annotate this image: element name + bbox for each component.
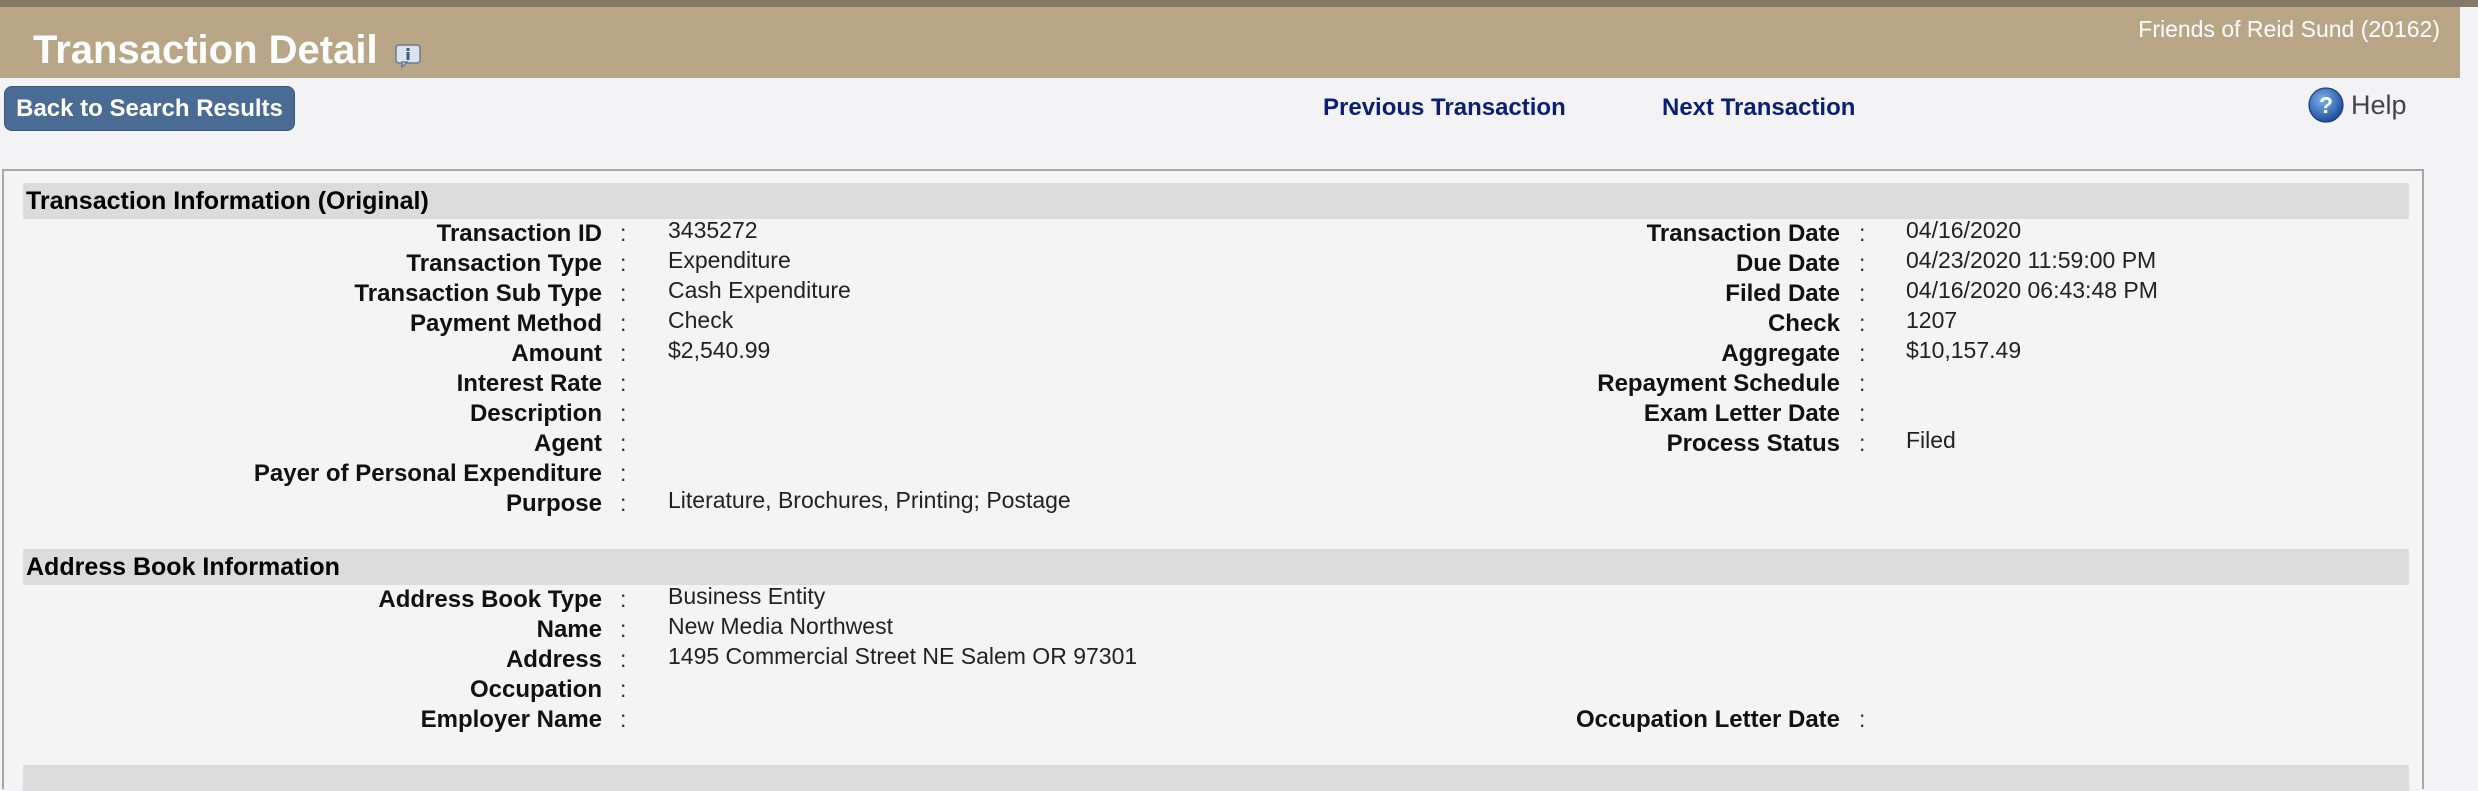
field-label-check: Check bbox=[1767, 310, 1840, 337]
field-separator: : bbox=[1859, 370, 1866, 396]
field-label-address-book-type: Address Book Type bbox=[378, 586, 602, 613]
field-row-process-status: Process Status: Filed bbox=[4, 427, 2424, 460]
field-row-purpose: Purpose: Literature, Brochures, Printing;… bbox=[4, 487, 2424, 520]
field-row-address: Address: 1495 Commercial Street NE Salem … bbox=[4, 643, 2424, 676]
page-title: Transaction Detail bbox=[33, 28, 378, 72]
field-separator: : bbox=[620, 490, 627, 516]
tooltip-info-icon[interactable] bbox=[395, 44, 421, 68]
field-label-occupation-letter-date: Occupation Letter Date bbox=[1575, 706, 1840, 733]
field-label-occupation: Occupation bbox=[469, 676, 602, 703]
field-label-payer-of-personal-expenditure: Payer of Personal Expenditure bbox=[253, 460, 602, 487]
field-separator: : bbox=[620, 676, 627, 702]
field-value-address-book-type: Business Entity bbox=[668, 583, 826, 609]
back-to-search-results-button[interactable]: Back to Search Results bbox=[4, 86, 295, 131]
field-label-aggregate: Aggregate bbox=[1721, 340, 1840, 367]
next-section-header bbox=[23, 765, 2409, 791]
field-separator: : bbox=[1859, 310, 1866, 336]
field-label-exam-letter-date: Exam Letter Date bbox=[1643, 400, 1840, 427]
field-row-payer-of-personal-expenditure: Payer of Personal Expenditure: bbox=[4, 460, 2424, 490]
field-row-filed-date: Filed Date: 04/16/2020 06:43:48 PM bbox=[4, 277, 2424, 310]
field-separator: : bbox=[620, 460, 627, 486]
field-row-repayment-schedule: Repayment Schedule: bbox=[4, 370, 2424, 400]
field-label-name: Name bbox=[536, 616, 602, 643]
field-value-name: New Media Northwest bbox=[668, 613, 893, 639]
field-row-name: Name: New Media Northwest bbox=[4, 613, 2424, 646]
field-separator: : bbox=[1859, 250, 1866, 276]
help-question-icon: ? bbox=[2308, 87, 2344, 123]
field-label-address: Address bbox=[505, 646, 602, 673]
header-top-border bbox=[0, 0, 2478, 7]
field-row-check: Check: 1207 bbox=[4, 307, 2424, 340]
field-label-process-status: Process Status bbox=[1666, 430, 1840, 457]
transaction-detail-panel: Transaction Information (Original) Trans… bbox=[2, 169, 2424, 791]
field-separator: : bbox=[620, 616, 627, 642]
field-separator: : bbox=[1859, 430, 1866, 456]
field-row-aggregate: Aggregate: $10,157.49 bbox=[4, 337, 2424, 370]
field-separator: : bbox=[1859, 706, 1866, 732]
next-transaction-link[interactable]: Next Transaction bbox=[1662, 94, 1855, 122]
field-separator: : bbox=[1859, 400, 1866, 426]
field-row-due-date: Due Date: 04/23/2020 11:59:00 PM bbox=[4, 247, 2424, 280]
field-value-check: 1207 bbox=[1906, 307, 1958, 333]
address-book-information-header: Address Book Information bbox=[23, 549, 2409, 585]
field-label-purpose: Purpose bbox=[505, 490, 602, 517]
field-value-aggregate: $10,157.49 bbox=[1906, 337, 2022, 363]
field-value-address: 1495 Commercial Street NE Salem OR 97301 bbox=[668, 643, 1138, 669]
field-value-filed-date: 04/16/2020 06:43:48 PM bbox=[1906, 277, 2158, 303]
field-label-repayment-schedule: Repayment Schedule bbox=[1597, 370, 1840, 397]
field-value-transaction-date: 04/16/2020 bbox=[1906, 217, 2022, 243]
field-value-process-status: Filed bbox=[1906, 427, 1956, 453]
page-header: Transaction Detail Friends of Reid Sund … bbox=[0, 7, 2460, 78]
previous-transaction-link[interactable]: Previous Transaction bbox=[1323, 94, 1566, 122]
help-button[interactable]: ? Help bbox=[2307, 86, 2407, 124]
field-row-exam-letter-date: Exam Letter Date: bbox=[4, 400, 2424, 430]
field-row-address-book-type: Address Book Type: Business Entity bbox=[4, 583, 2424, 616]
field-row-occupation-letter-date: Occupation Letter Date: bbox=[4, 706, 2424, 736]
transaction-information-header: Transaction Information (Original) bbox=[23, 183, 2409, 219]
committee-name: Friends of Reid Sund (20162) bbox=[2138, 16, 2440, 42]
field-label-due-date: Due Date bbox=[1735, 250, 1840, 277]
help-label: Help bbox=[2351, 89, 2407, 120]
field-value-due-date: 04/23/2020 11:59:00 PM bbox=[1906, 247, 2157, 273]
field-separator: : bbox=[1859, 220, 1866, 246]
field-separator: : bbox=[620, 586, 627, 612]
svg-text:?: ? bbox=[2319, 92, 2333, 118]
field-separator: : bbox=[1859, 280, 1866, 306]
field-row-transaction-date: Transaction Date: 04/16/2020 bbox=[4, 217, 2424, 250]
field-separator: : bbox=[1859, 340, 1866, 366]
field-separator: : bbox=[620, 646, 627, 672]
field-label-filed-date: Filed Date bbox=[1725, 280, 1840, 307]
field-row-occupation: Occupation: bbox=[4, 676, 2424, 706]
field-value-purpose: Literature, Brochures, Printing; Postage bbox=[668, 487, 1071, 513]
field-label-transaction-date: Transaction Date bbox=[1646, 220, 1840, 247]
